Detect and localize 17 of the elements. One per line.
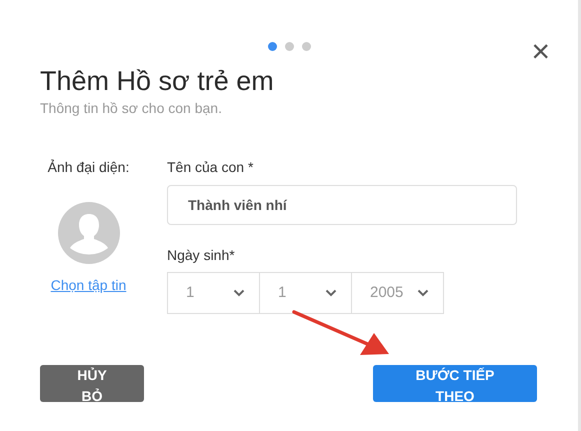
name-input-field[interactable]: Thành viên nhí: [167, 185, 517, 225]
date-select[interactable]: 1: [167, 272, 260, 314]
avatar-label: Ảnh đại diện:: [46, 158, 130, 177]
dialog-title: Thêm Hồ sơ trẻ em: [40, 66, 275, 96]
close-button[interactable]: ×: [531, 37, 550, 65]
birth-date-label: Ngày sinh*: [167, 246, 236, 265]
date-select[interactable]: 1: [259, 272, 352, 314]
name-label: Tên của con *: [167, 158, 254, 177]
avatar-placeholder-icon: [58, 202, 120, 264]
chevron-down-icon: [233, 289, 245, 297]
next-step-button[interactable]: BƯỚC TIẾP THEO: [373, 365, 537, 402]
dialog-subtitle: Thông tin hồ sơ cho con bạn.: [40, 99, 223, 118]
date-select[interactable]: 2005: [351, 272, 444, 314]
choose-file-link[interactable]: Chọn tập tin: [50, 277, 126, 293]
cancel-button[interactable]: HỦY BỎ: [40, 365, 144, 402]
chevron-down-icon: [417, 289, 429, 297]
chevron-down-icon: [325, 289, 337, 297]
